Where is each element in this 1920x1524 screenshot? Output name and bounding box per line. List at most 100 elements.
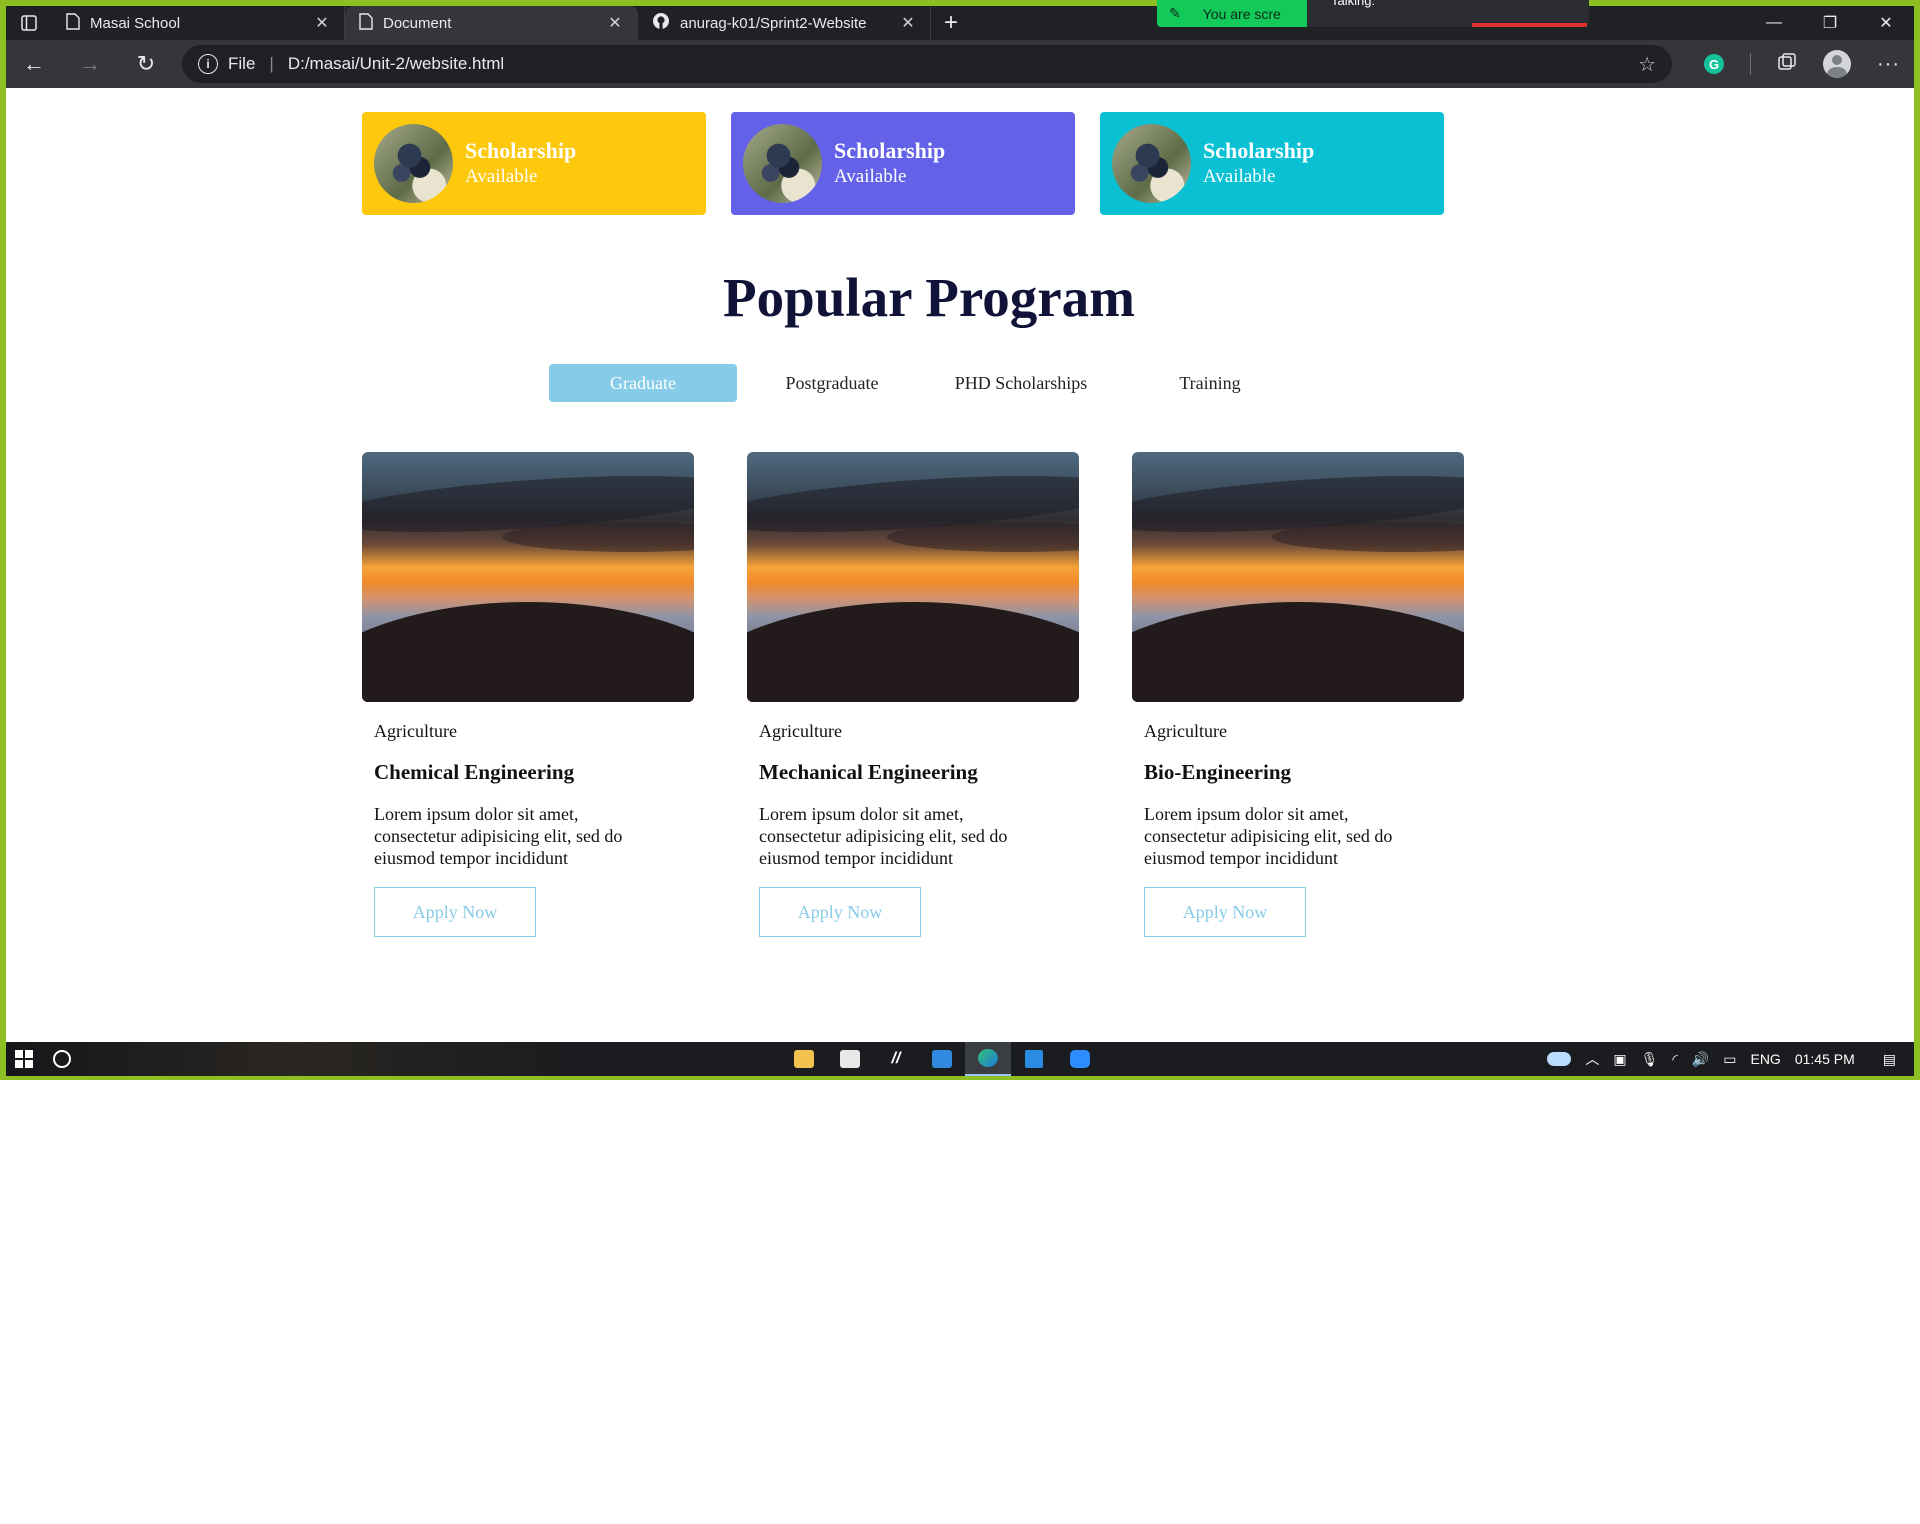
page-icon [66, 12, 80, 34]
pinned-apps: // [781, 1042, 1103, 1076]
scholarship-title: Scholarship [834, 137, 946, 163]
restore-icon[interactable]: ❐ [1802, 6, 1858, 40]
program-category: Agriculture [1144, 721, 1227, 741]
share-icon: ✎ [1169, 5, 1181, 21]
tab-strip: Masai School ✕ Document ✕ anurag-k01/Spr… [6, 6, 1914, 40]
program-description: Lorem ipsum dolor sit amet, consectetur … [759, 804, 1008, 868]
system-tray: ︿ ▣ 🎙 ◜ 🔊 ▭ ENG 01:45 PM ▤ [1547, 1042, 1914, 1076]
tab-graduate[interactable]: Graduate [549, 364, 737, 402]
microphone-icon[interactable]: 🎙 [1641, 1051, 1659, 1068]
address-bar[interactable]: i File | D:/masai/Unit-2/website.html ☆ [182, 45, 1672, 83]
grammarly-icon[interactable]: G [1704, 54, 1724, 74]
show-hidden-icons-icon[interactable]: ︿ [1585, 1049, 1599, 1069]
store-icon[interactable] [827, 1042, 873, 1076]
tab-title: Document [383, 14, 452, 32]
tab-masai-school[interactable]: Masai School ✕ [52, 6, 345, 40]
onedrive-icon[interactable] [1547, 1052, 1572, 1066]
tab-github[interactable]: anurag-k01/Sprint2-Website ✕ [638, 6, 931, 40]
tab-training[interactable]: Training [1116, 364, 1304, 402]
minimize-icon[interactable]: — [1746, 6, 1802, 40]
tab-phd-scholarships[interactable]: PHD Scholarships [927, 364, 1115, 402]
sunset-image [362, 452, 694, 702]
scholarship-card[interactable]: Scholarship Available [362, 112, 706, 215]
apply-now-button[interactable]: Apply Now [374, 887, 536, 937]
section-title: Popular Program [723, 267, 1135, 328]
program-card: Agriculture Chemical Engineering Lorem i… [362, 452, 694, 937]
sunset-image [747, 452, 1079, 702]
windows-logo-icon [15, 1050, 33, 1068]
program-description: Lorem ipsum dolor sit amet, consectetur … [374, 804, 623, 868]
program-cards: Agriculture Chemical Engineering Lorem i… [362, 452, 1464, 937]
scheme-label: File [228, 54, 256, 73]
program-category: Agriculture [374, 721, 457, 741]
program-card: Agriculture Mechanical Engineering Lorem… [747, 452, 1079, 937]
vscode-icon[interactable] [1011, 1042, 1057, 1076]
github-icon [652, 12, 670, 34]
tab-document[interactable]: Document ✕ [345, 6, 638, 40]
share-status[interactable]: ✎ You are scre [1157, 0, 1307, 27]
scholarship-title: Scholarship [465, 137, 577, 163]
share-stop-strip[interactable] [1472, 23, 1587, 27]
url-text[interactable]: D:/masai/Unit-2/website.html [288, 54, 504, 74]
scholarship-thumbnail [1112, 124, 1191, 203]
page-viewport: Scholarship Available Scholarship Availa… [6, 88, 1914, 1042]
scholarship-subtitle: Available [465, 165, 538, 187]
close-icon[interactable]: ✕ [607, 13, 623, 33]
apply-now-button[interactable]: Apply Now [1144, 887, 1306, 937]
file-explorer-icon[interactable] [781, 1042, 827, 1076]
collections-icon[interactable] [1777, 52, 1797, 77]
back-arrow-icon[interactable]: ← [6, 51, 62, 77]
program-name: Mechanical Engineering [759, 760, 978, 784]
sunset-image [1132, 452, 1464, 702]
close-icon[interactable]: ✕ [314, 13, 330, 33]
share-status-text: You are scre [1202, 5, 1281, 22]
scholarship-thumbnail [374, 124, 453, 203]
tab-postgraduate[interactable]: Postgraduate [738, 364, 926, 402]
program-card: Agriculture Bio-Engineering Lorem ipsum … [1132, 452, 1464, 937]
forward-arrow-icon[interactable]: → [62, 51, 118, 77]
apply-now-button[interactable]: Apply Now [759, 887, 921, 937]
cortana-icon [53, 1050, 71, 1068]
tab-title: Masai School [90, 14, 181, 32]
toolbar-extensions: G ··· [1704, 50, 1900, 78]
battery-icon[interactable]: ▭ [1723, 1051, 1736, 1068]
program-tabs: Graduate Postgraduate PHD Scholarships T… [549, 364, 1305, 402]
info-icon[interactable]: i [198, 54, 218, 74]
close-window-icon[interactable]: ✕ [1858, 6, 1914, 40]
windows-taskbar: // ︿ ▣ 🎙 ◜ 🔊 ▭ ENG 01:45 PM ▤ [6, 1042, 1914, 1076]
zoom-icon[interactable] [1057, 1042, 1103, 1076]
scholarship-thumbnail [743, 124, 822, 203]
toolbar-divider [1750, 53, 1751, 75]
mail-icon[interactable] [919, 1042, 965, 1076]
cortana-search-button[interactable] [42, 1042, 82, 1076]
program-name: Bio-Engineering [1144, 760, 1292, 784]
program-name: Chemical Engineering [374, 760, 575, 784]
scholarship-card[interactable]: Scholarship Available [1100, 112, 1444, 215]
scholarship-card[interactable]: Scholarship Available [731, 112, 1075, 215]
reload-icon[interactable]: ↻ [118, 51, 174, 77]
ink-icon[interactable]: // [873, 1042, 919, 1076]
language-indicator[interactable]: ENG [1750, 1051, 1780, 1067]
start-button[interactable] [6, 1042, 42, 1076]
favorite-star-icon[interactable]: ☆ [1638, 52, 1656, 77]
volume-icon[interactable]: 🔊 [1692, 1051, 1709, 1068]
scholarship-row: Scholarship Available Scholarship Availa… [362, 112, 1444, 215]
talking-text: Talking: [1331, 0, 1376, 8]
scholarship-subtitle: Available [1203, 165, 1276, 187]
tab-actions-icon[interactable] [6, 6, 52, 40]
clock[interactable]: 01:45 PM [1795, 1051, 1855, 1067]
notifications-icon[interactable]: ▤ [1883, 1051, 1896, 1068]
tab-title: anurag-k01/Sprint2-Website [680, 14, 867, 32]
new-tab-button[interactable]: + [931, 6, 971, 40]
wifi-icon[interactable]: ◜ [1672, 1051, 1677, 1068]
navigation-bar: ← → ↻ i File | D:/masai/Unit-2/website.h… [6, 40, 1914, 88]
more-menu-icon[interactable]: ··· [1877, 53, 1900, 76]
scholarship-title: Scholarship [1203, 137, 1315, 163]
profile-avatar-icon[interactable] [1823, 50, 1851, 78]
meet-now-icon[interactable]: ▣ [1613, 1051, 1626, 1068]
scholarship-subtitle: Available [834, 165, 907, 187]
close-icon[interactable]: ✕ [900, 13, 916, 33]
edge-icon[interactable] [965, 1042, 1011, 1076]
browser-window: Masai School ✕ Document ✕ anurag-k01/Spr… [0, 0, 1920, 1080]
program-category: Agriculture [759, 721, 842, 741]
